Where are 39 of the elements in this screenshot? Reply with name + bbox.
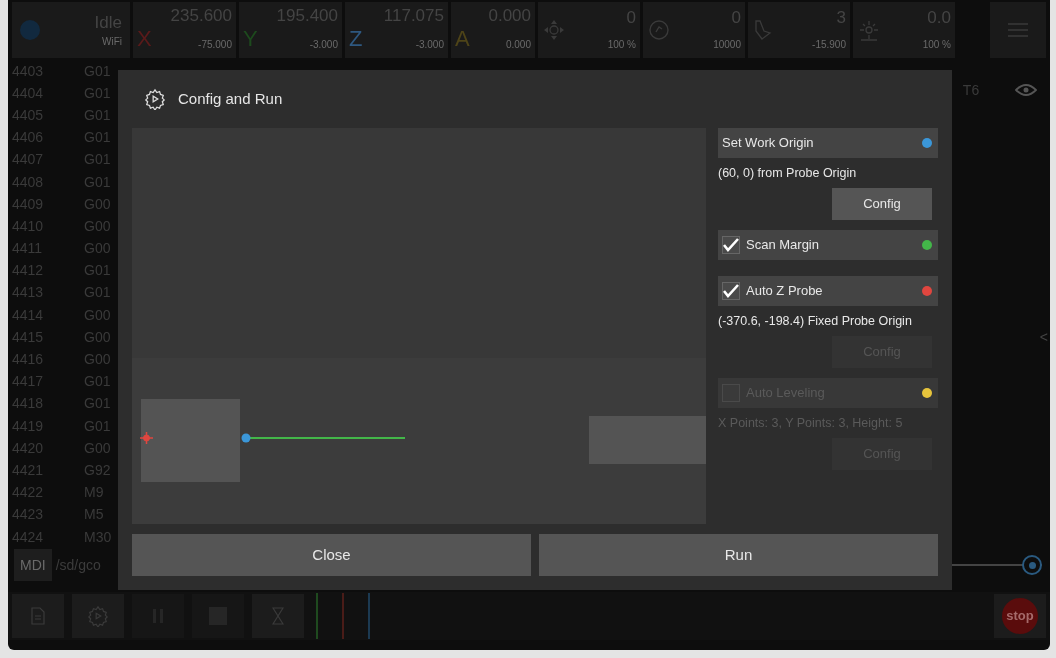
axis-label: X [137,26,152,52]
config-button[interactable]: Config [832,188,932,220]
collapse-toggle[interactable]: < [1039,329,1048,345]
run-button[interactable]: Run [539,534,938,576]
probe-origin-marker [139,431,154,445]
axis-offset: -3.000 [309,38,338,52]
checkbox[interactable] [722,282,740,300]
document-icon [31,607,45,625]
gauge-subvalue: -15.900 [812,38,846,52]
checkbox[interactable] [722,236,740,254]
eye-icon[interactable] [1015,83,1038,97]
timer-button[interactable] [252,594,304,638]
axis-offset: 0.000 [505,38,531,52]
work-origin-marker [241,433,251,443]
option-detail: (-370.6, -198.4) Fixed Probe Origin [718,312,913,330]
close-button[interactable]: Close [132,534,531,576]
gauge-subvalue: 100 % [922,38,951,52]
hourglass-icon [272,607,284,625]
gauge-subvalue: 10000 [713,38,741,52]
option-label: Set Work Origin [722,134,815,153]
option-detail: (60, 0) from Probe Origin [718,164,858,182]
dialog-title: Config and Run [178,88,283,109]
gear-play-icon [144,88,166,110]
gear-play-icon [87,605,109,627]
emergency-stop-button[interactable]: stop [1002,598,1038,634]
menu-button[interactable] [990,2,1046,58]
move-arrows-icon [542,18,566,42]
option-label: Scan Margin [746,236,820,255]
config-run-button[interactable] [72,594,124,638]
axis-offset: -3.000 [415,38,444,52]
gauge-icon [647,18,671,42]
option-label: Auto Z Probe [746,282,824,301]
file-button[interactable] [12,594,64,638]
connection-type: WiFi [102,34,122,49]
sun-icon [857,18,881,42]
gauge-subvalue: 100 % [607,38,636,52]
axis-offset: -75.000 [198,38,232,52]
axis-label: Z [349,26,363,52]
mdi-label[interactable]: MDI [14,549,52,581]
